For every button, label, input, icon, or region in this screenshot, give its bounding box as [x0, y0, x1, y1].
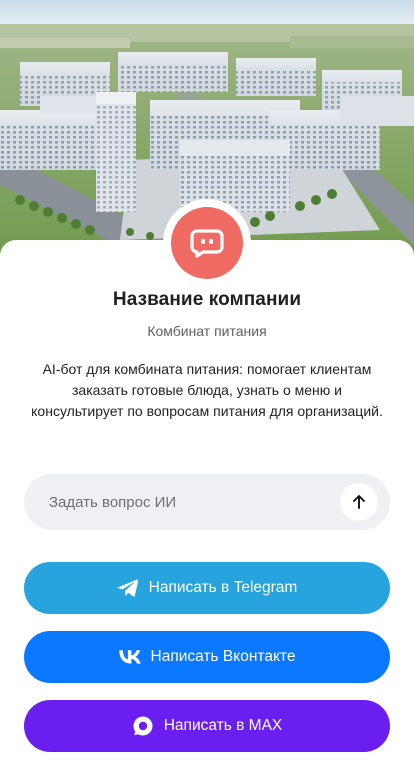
avatar-frame	[163, 199, 251, 287]
vk-button[interactable]: Написать Вконтакте	[24, 631, 390, 683]
ask-ai-input[interactable]	[24, 474, 340, 530]
max-icon	[132, 715, 154, 737]
arrow-up-icon	[353, 495, 365, 509]
telegram-button-label: Написать в Telegram	[148, 579, 298, 596]
send-question-button[interactable]	[340, 483, 378, 521]
chat-bot-icon	[190, 229, 224, 258]
vk-button-label: Написать Вконтакте	[150, 648, 296, 665]
max-button[interactable]: Написать в MAX	[24, 700, 390, 752]
company-name: Название компании	[112, 289, 302, 310]
company-type: Комбинат питания	[147, 323, 267, 339]
avatar	[171, 207, 243, 279]
company-description: AI-бот для комбината питания: помогает к…	[31, 361, 383, 419]
vk-icon	[118, 650, 141, 664]
telegram-button[interactable]: Написать в Telegram	[24, 562, 390, 614]
page: Название компании Комбинат питания AI-бо…	[0, 0, 414, 770]
max-button-label: Написать в MAX	[163, 717, 283, 734]
ask-ai-bar	[24, 474, 390, 530]
telegram-icon	[116, 578, 139, 598]
